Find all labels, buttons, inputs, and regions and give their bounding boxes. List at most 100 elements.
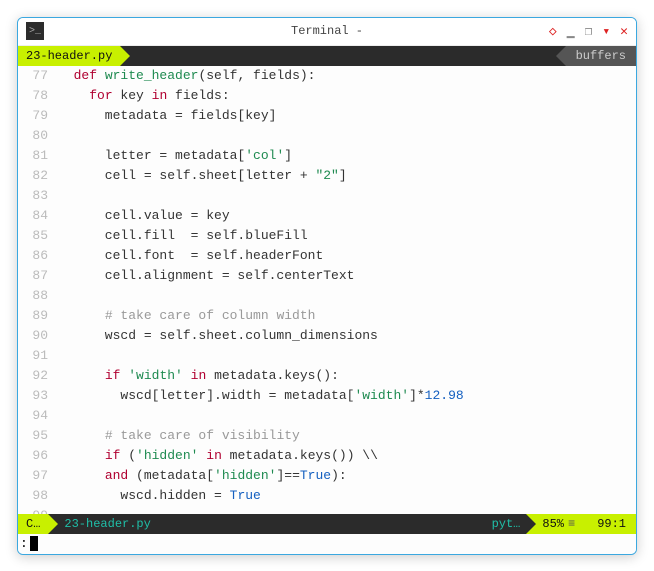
- code-line[interactable]: 77 def write_header(self, fields):: [18, 66, 636, 86]
- line-number: 89: [18, 306, 58, 326]
- code-content: # take care of column width: [58, 306, 636, 326]
- titlebar: >_ Terminal - ◇ ▁ ❐ ▾ ✕: [18, 18, 636, 46]
- line-number: 85: [18, 226, 58, 246]
- close-icon[interactable]: ✕: [620, 24, 628, 39]
- code-content: if ('hidden' in metadata.keys()) \\: [58, 446, 636, 466]
- status-position: 99: 1: [587, 514, 636, 534]
- command-line[interactable]: :: [18, 534, 636, 554]
- code-content: wscd.hidden = True: [58, 486, 636, 506]
- code-line[interactable]: 81 letter = metadata['col']: [18, 146, 636, 166]
- code-line[interactable]: 88: [18, 286, 636, 306]
- line-number: 83: [18, 186, 58, 206]
- tab-bar: 23-header.py buffers: [18, 46, 636, 66]
- window-title: Terminal -: [291, 24, 363, 38]
- code-content: cell = self.sheet[letter + "2"]: [58, 166, 636, 186]
- status-file-text: 23-header.py: [64, 517, 150, 531]
- code-line[interactable]: 96 if ('hidden' in metadata.keys()) \\: [18, 446, 636, 466]
- code-content: def write_header(self, fields):: [58, 66, 636, 86]
- tab-active[interactable]: 23-header.py: [18, 46, 120, 66]
- line-number: 80: [18, 126, 58, 146]
- code-content: cell.alignment = self.centerText: [58, 266, 636, 286]
- line-number: 78: [18, 86, 58, 106]
- status-filetype-text: pyt…: [492, 517, 521, 531]
- code-content: [58, 346, 636, 366]
- code-content: for key in fields:: [58, 86, 636, 106]
- line-number: 94: [18, 406, 58, 426]
- tab-label: 23-header.py: [26, 49, 112, 63]
- code-line[interactable]: 89 # take care of column width: [18, 306, 636, 326]
- code-line[interactable]: 87 cell.alignment = self.centerText: [18, 266, 636, 286]
- line-number: 97: [18, 466, 58, 486]
- code-content: if 'width' in metadata.keys():: [58, 366, 636, 386]
- code-content: [58, 506, 636, 514]
- line-number: 77: [18, 66, 58, 86]
- code-content: [58, 186, 636, 206]
- line-number: 96: [18, 446, 58, 466]
- code-content: [58, 286, 636, 306]
- line-number: 95: [18, 426, 58, 446]
- status-percent-text: 85%: [542, 517, 564, 531]
- code-line[interactable]: 99: [18, 506, 636, 514]
- terminal-window: >_ Terminal - ◇ ▁ ❐ ▾ ✕ 23-header.py buf…: [17, 17, 637, 555]
- code-content: cell.fill = self.blueFill: [58, 226, 636, 246]
- code-content: cell.value = key: [58, 206, 636, 226]
- hamburger-icon: ≡: [568, 517, 575, 531]
- line-number: 91: [18, 346, 58, 366]
- code-line[interactable]: 85 cell.fill = self.blueFill: [18, 226, 636, 246]
- pin-icon[interactable]: ◇: [549, 24, 557, 39]
- command-prompt: :: [20, 536, 28, 551]
- line-number: 82: [18, 166, 58, 186]
- line-number: 84: [18, 206, 58, 226]
- code-line[interactable]: 80: [18, 126, 636, 146]
- code-content: cell.font = self.headerFont: [58, 246, 636, 266]
- code-content: [58, 406, 636, 426]
- minimize-icon[interactable]: ▁: [567, 24, 575, 39]
- code-line[interactable]: 84 cell.value = key: [18, 206, 636, 226]
- terminal-icon: >_: [26, 22, 44, 40]
- code-content: letter = metadata['col']: [58, 146, 636, 166]
- code-line[interactable]: 91: [18, 346, 636, 366]
- code-line[interactable]: 98 wscd.hidden = True: [18, 486, 636, 506]
- code-line[interactable]: 79 metadata = fields[key]: [18, 106, 636, 126]
- status-mode-text: C…: [26, 517, 40, 531]
- line-number: 79: [18, 106, 58, 126]
- code-line[interactable]: 92 if 'width' in metadata.keys():: [18, 366, 636, 386]
- code-line[interactable]: 86 cell.font = self.headerFont: [18, 246, 636, 266]
- line-number: 98: [18, 486, 58, 506]
- code-line[interactable]: 78 for key in fields:: [18, 86, 636, 106]
- code-line[interactable]: 97 and (metadata['hidden']==True):: [18, 466, 636, 486]
- line-number: 81: [18, 146, 58, 166]
- code-content: [58, 126, 636, 146]
- status-mode: C…: [18, 514, 48, 534]
- code-line[interactable]: 93 wscd[letter].width = metadata['width'…: [18, 386, 636, 406]
- maximize-icon[interactable]: ▾: [602, 24, 610, 39]
- code-content: and (metadata['hidden']==True):: [58, 466, 636, 486]
- status-bar: C… 23-header.py pyt… 85% ≡ 99: 1: [18, 514, 636, 534]
- line-number: 99: [18, 506, 58, 514]
- editor-area[interactable]: 77 def write_header(self, fields):78 for…: [18, 66, 636, 514]
- status-filetype: pyt…: [484, 514, 527, 534]
- cursor: [30, 536, 38, 551]
- code-line[interactable]: 90 wscd = self.sheet.column_dimensions: [18, 326, 636, 346]
- buffers-indicator[interactable]: buffers: [566, 46, 636, 66]
- line-number: 93: [18, 386, 58, 406]
- restore-icon[interactable]: ❐: [585, 24, 593, 39]
- code-line[interactable]: 83: [18, 186, 636, 206]
- line-number: 87: [18, 266, 58, 286]
- code-content: metadata = fields[key]: [58, 106, 636, 126]
- buffers-label: buffers: [576, 49, 626, 63]
- code-content: wscd = self.sheet.column_dimensions: [58, 326, 636, 346]
- status-col: 1: [619, 517, 626, 531]
- line-number: 88: [18, 286, 58, 306]
- line-number: 92: [18, 366, 58, 386]
- window-controls: ◇ ▁ ❐ ▾ ✕: [549, 24, 628, 39]
- status-line: 99: [597, 517, 611, 531]
- code-line[interactable]: 82 cell = self.sheet[letter + "2"]: [18, 166, 636, 186]
- code-content: wscd[letter].width = metadata['width']*1…: [58, 386, 636, 406]
- code-line[interactable]: 95 # take care of visibility: [18, 426, 636, 446]
- code-line[interactable]: 94: [18, 406, 636, 426]
- line-number: 86: [18, 246, 58, 266]
- line-number: 90: [18, 326, 58, 346]
- code-content: # take care of visibility: [58, 426, 636, 446]
- status-file: 23-header.py: [48, 514, 483, 534]
